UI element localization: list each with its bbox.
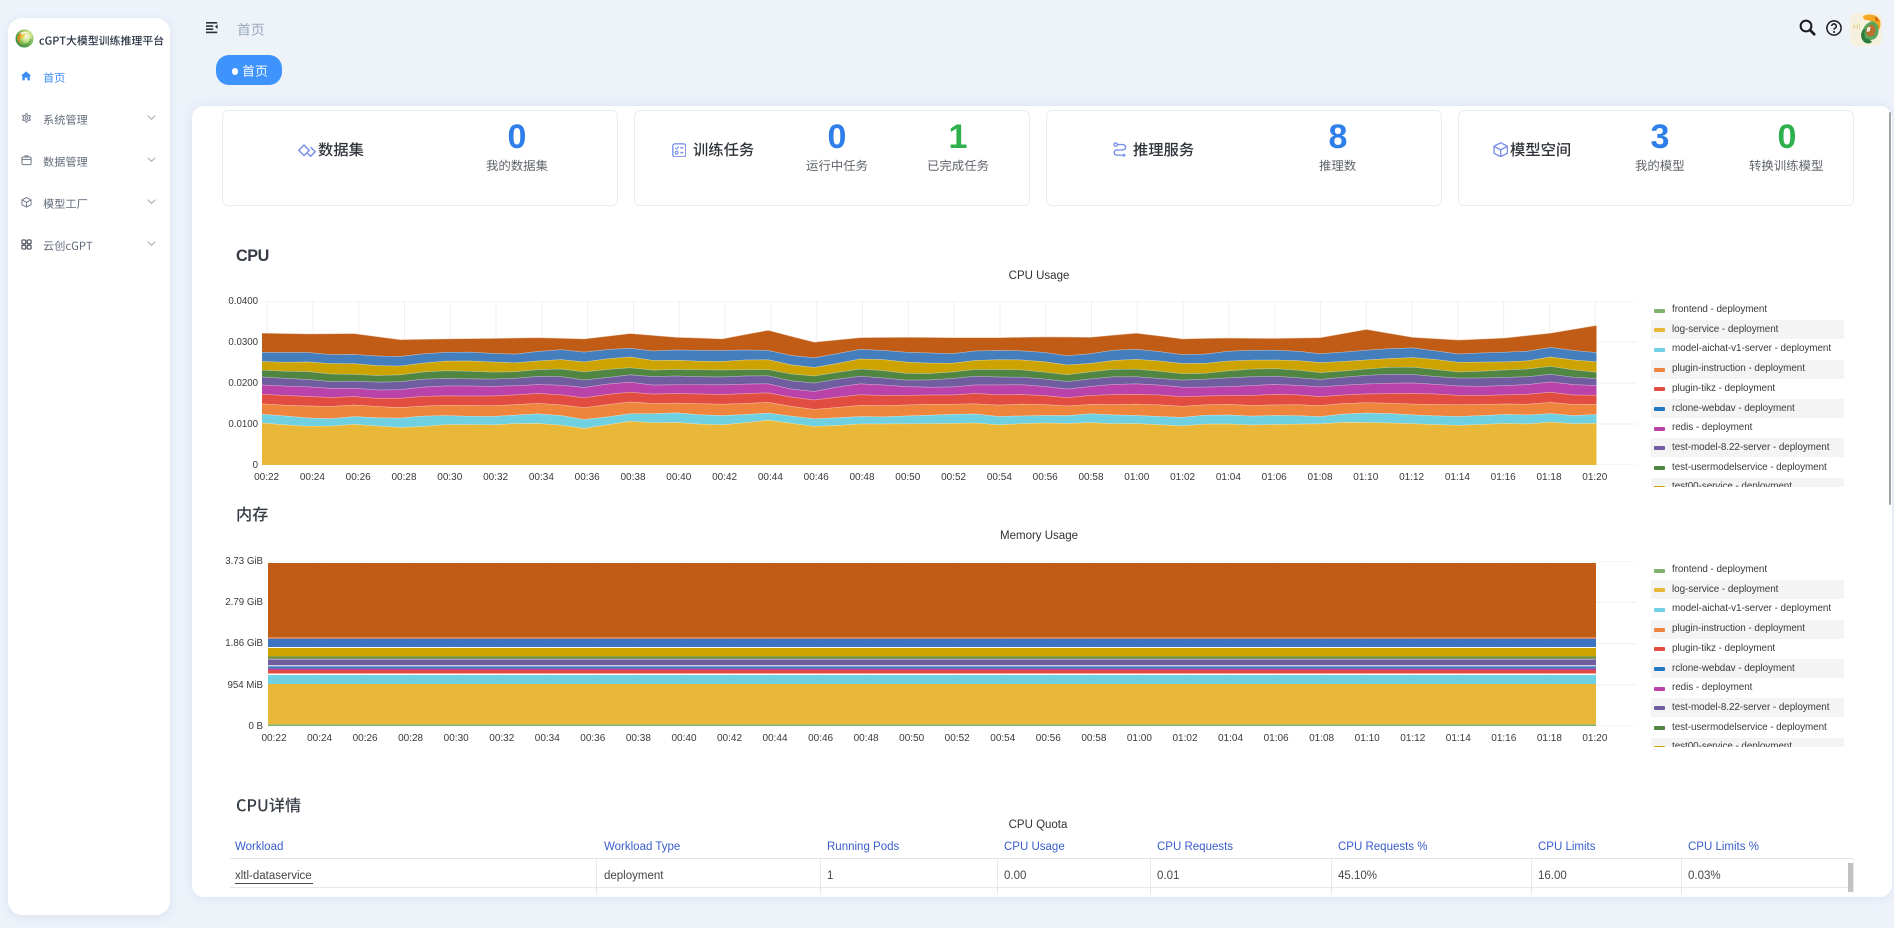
svg-text:HI: HI [1853,22,1861,31]
